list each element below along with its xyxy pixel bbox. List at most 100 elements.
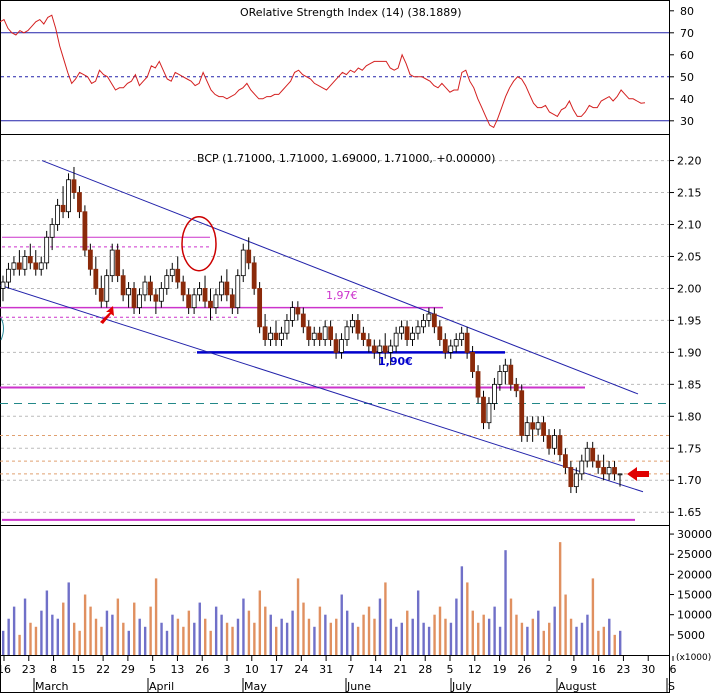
candle-body — [93, 268, 99, 289]
candle-body — [448, 345, 454, 353]
candle-body — [82, 211, 88, 251]
price-tick-label: 2.15 — [677, 187, 702, 200]
price-panel-frame — [0, 134, 670, 526]
volume-bar — [187, 610, 191, 655]
candle-body — [131, 288, 137, 309]
candle-body — [519, 390, 525, 436]
rsi-tick-label: 50 — [680, 71, 694, 84]
rsi-title: ORelative Strength Index (14) (38.1889) — [240, 6, 462, 19]
volume-bar — [558, 542, 562, 655]
volume-bar — [406, 610, 409, 655]
volume-bar — [389, 618, 393, 655]
volume-bar — [531, 618, 535, 655]
volume-bar — [433, 614, 436, 655]
volume-bar — [411, 618, 414, 655]
volume-bar — [356, 626, 360, 655]
price-tick-label: 2.10 — [677, 219, 702, 232]
x-tick-label: 21 — [393, 663, 407, 676]
candle-body — [311, 332, 317, 340]
volume-bar — [498, 626, 502, 655]
candle-body — [44, 236, 50, 264]
volume-bar — [280, 618, 283, 655]
x-tick-label: 7 — [347, 663, 354, 676]
volume-bar — [335, 618, 338, 655]
volume-bar — [34, 626, 38, 655]
candle-body — [410, 332, 415, 340]
volume-bar — [602, 626, 606, 655]
rsi-tick-label: 40 — [680, 93, 694, 106]
volume-bar — [258, 590, 262, 655]
candle-body — [38, 262, 44, 270]
volume-bar — [302, 602, 305, 655]
candle-body — [164, 275, 170, 289]
volume-bar — [608, 618, 611, 655]
volume-tick-label: 5000 — [677, 629, 705, 642]
candle-body — [186, 294, 192, 309]
candle-body — [284, 320, 290, 334]
candle-body — [371, 345, 377, 353]
candle-body — [497, 371, 503, 385]
volume-bar — [220, 614, 223, 655]
candle-body — [415, 326, 421, 334]
candle-body — [535, 422, 541, 430]
volume-bar — [138, 618, 141, 655]
price-annotation-197: 1,97€ — [326, 289, 358, 302]
volume-bar — [2, 630, 5, 655]
candle-body — [142, 281, 148, 296]
candle-body — [355, 320, 361, 334]
x-tick-label: 14 — [369, 663, 383, 676]
volume-bar — [427, 626, 431, 655]
candle-body — [229, 294, 235, 309]
candle-body — [426, 313, 432, 321]
month-label: July — [451, 680, 472, 693]
candle-body — [513, 383, 519, 392]
stock-chart: 2.20 2.15 2.10 2.05 2.00 1.95 1.90 1.85 1.80 1.75… — [0, 0, 712, 693]
volume-bar — [29, 622, 32, 655]
x-tick-label: 12 — [468, 663, 482, 676]
candle-body — [104, 275, 110, 302]
candle-body — [6, 268, 11, 283]
volume-bar — [313, 626, 316, 655]
candle-body — [268, 332, 273, 340]
candle-body — [98, 288, 104, 302]
x-tick-label: 16 — [0, 663, 11, 676]
candle-body — [557, 435, 563, 456]
candle-body — [22, 256, 28, 270]
volume-bar — [51, 614, 54, 655]
candle-body — [459, 332, 465, 340]
x-tick-label: 9 — [570, 663, 577, 676]
volume-bar — [291, 610, 294, 655]
volume-bar — [100, 626, 103, 655]
volume-bar — [133, 602, 136, 655]
price-tick-label: 2.05 — [677, 250, 702, 263]
volume-bar — [285, 622, 289, 655]
price-tick-label: 1.95 — [677, 314, 702, 327]
candle-body — [366, 339, 372, 347]
volume-bar — [329, 622, 333, 655]
candle-body — [562, 454, 568, 468]
volume-bar — [171, 614, 174, 655]
candle-body — [453, 339, 459, 347]
candle-body — [27, 256, 33, 264]
volume-bar — [23, 598, 27, 655]
candle-body — [617, 473, 623, 476]
volume-bar — [105, 610, 109, 655]
volume-bar — [296, 578, 300, 655]
volume-bar — [449, 622, 453, 655]
candle-body — [120, 275, 126, 296]
price-tick-label: 1.70 — [677, 474, 702, 487]
month-label: S — [668, 680, 675, 693]
volume-bar — [509, 598, 513, 655]
candle-body — [251, 262, 257, 289]
volume-bar — [225, 622, 229, 655]
candle-body — [33, 262, 39, 270]
candle-body — [213, 294, 219, 309]
x-tick-label: 2 — [546, 663, 553, 676]
candle-body — [328, 326, 334, 340]
candle-body — [333, 339, 339, 353]
volume-bar — [586, 614, 589, 655]
volume-bar — [477, 622, 480, 655]
candle-body — [508, 364, 514, 385]
volume-bar — [591, 578, 595, 655]
volume-bar — [67, 582, 70, 655]
